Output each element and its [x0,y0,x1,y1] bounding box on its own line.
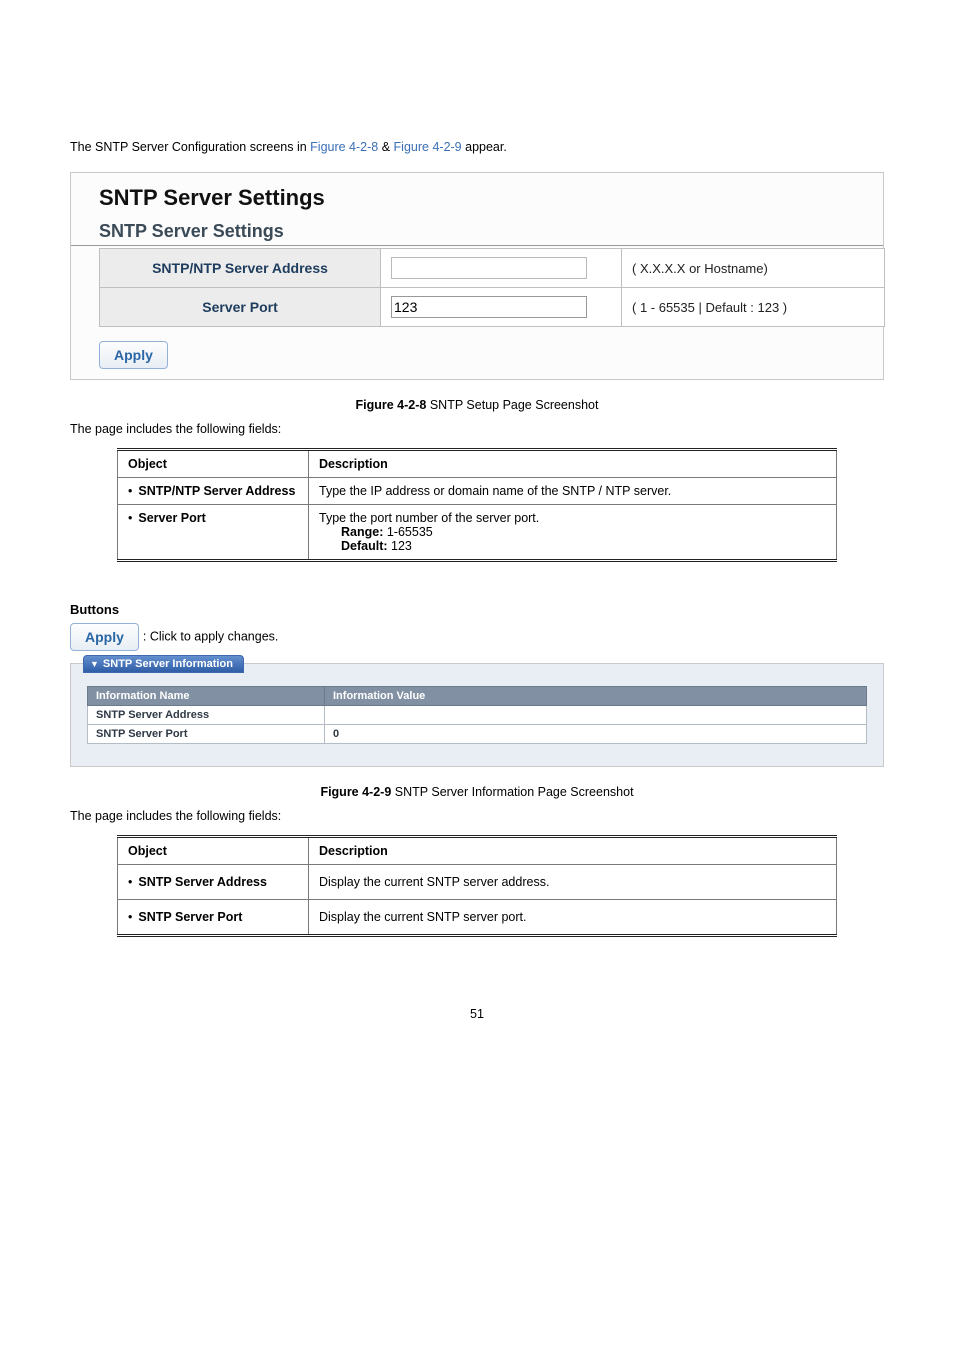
desc2-obj-0: SNTP Server Address [138,875,267,889]
desc1-obj-0: SNTP/NTP Server Address [138,484,295,498]
range-value: 1-65535 [383,525,432,539]
caption1-prefix: Figure 4-2-8 [356,398,430,412]
desc1-row-1: •Server Port Type the port number of the… [118,505,837,561]
desc1-obj-1: Server Port [138,511,205,525]
info-h-value: Information Value [325,687,867,706]
info-row-1: SNTP Server Port 0 [88,725,867,744]
lead-2: The page includes the following fields: [70,809,884,823]
panel1-subtitle: SNTP Server Settings [71,221,883,246]
info-value-1: 0 [325,725,867,744]
bullet-icon: • [128,511,138,525]
desc-table-2: Object Description •SNTP Server Address … [117,835,837,937]
buttons-section: Buttons Apply : Click to apply changes. [70,602,884,651]
label-server-address: SNTP/NTP Server Address [100,249,381,288]
caption2-prefix: Figure 4-2-9 [320,785,394,799]
caption2-text: SNTP Server Information Page Screenshot [395,785,634,799]
apply-button-inline[interactable]: Apply [70,623,139,651]
desc1-h-desc: Description [309,450,837,478]
server-port-input[interactable] [391,296,587,318]
desc2-desc-0: Display the current SNTP server address. [309,865,837,900]
caption-1: Figure 4-2-8 SNTP Setup Page Screenshot [70,398,884,412]
desc1-row-0: •SNTP/NTP Server Address Type the IP add… [118,478,837,505]
default-value: 123 [388,539,412,553]
row-server-address: SNTP/NTP Server Address ( X.X.X.X or Hos… [100,249,885,288]
desc2-h-object: Object [118,837,309,865]
lead-1: The page includes the following fields: [70,422,884,436]
caption1-text: SNTP Setup Page Screenshot [430,398,599,412]
info-h-name: Information Name [88,687,325,706]
bullet-icon: • [128,875,138,889]
info-table: Information Name Information Value SNTP … [87,686,867,744]
page-number: 51 [70,1007,884,1021]
info-panel-tab-label: SNTP Server Information [103,658,233,670]
desc1-desc-0: Type the IP address or domain name of th… [309,478,837,505]
desc-table-1: Object Description •SNTP/NTP Server Addr… [117,448,837,562]
settings-table: SNTP/NTP Server Address ( X.X.X.X or Hos… [99,248,885,327]
row-server-port: Server Port ( 1 - 65535 | Default : 123 … [100,288,885,327]
hint-server-address: ( X.X.X.X or Hostname) [622,249,885,288]
desc1-desc-1: Type the port number of the server port.… [309,505,837,561]
intro-post: appear. [465,140,507,154]
figure-link-428[interactable]: Figure 4-2-8 [310,140,378,154]
buttons-heading: Buttons [70,602,884,617]
intro-amp: & [382,140,394,154]
intro-pre: The SNTP Server Configuration screens in [70,140,310,154]
desc2-row-1: •SNTP Server Port Display the current SN… [118,900,837,936]
sntp-settings-panel: SNTP Server Settings SNTP Server Setting… [70,172,884,380]
apply-desc: : Click to apply changes. [143,629,279,643]
bullet-icon: • [128,484,138,498]
desc2-desc-1: Display the current SNTP server port. [309,900,837,936]
desc1-desc-1-main: Type the port number of the server port. [319,511,826,525]
desc1-h-object: Object [118,450,309,478]
info-row-0: SNTP Server Address [88,706,867,725]
info-panel-tab[interactable]: ▼SNTP Server Information [83,655,244,673]
intro-text: The SNTP Server Configuration screens in… [70,140,884,154]
default-label: Default: [341,539,388,553]
apply-button[interactable]: Apply [99,341,168,369]
chevron-down-icon: ▼ [90,659,103,669]
server-address-input[interactable] [391,257,587,279]
range-label: Range: [341,525,383,539]
info-name-1: SNTP Server Port [88,725,325,744]
panel1-title: SNTP Server Settings [99,185,855,211]
figure-link-429[interactable]: Figure 4-2-9 [394,140,462,154]
label-server-port: Server Port [100,288,381,327]
info-value-0 [325,706,867,725]
desc2-row-0: •SNTP Server Address Display the current… [118,865,837,900]
sntp-info-panel: ▼SNTP Server Information Information Nam… [70,663,884,767]
bullet-icon: • [128,910,138,924]
hint-server-port: ( 1 - 65535 | Default : 123 ) [622,288,885,327]
desc2-obj-1: SNTP Server Port [138,910,242,924]
caption-2: Figure 4-2-9 SNTP Server Information Pag… [70,785,884,799]
info-name-0: SNTP Server Address [88,706,325,725]
desc2-h-desc: Description [309,837,837,865]
